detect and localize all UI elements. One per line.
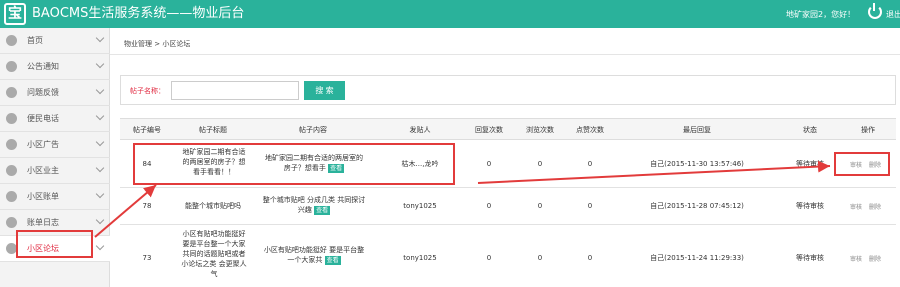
row1-likes: 0 bbox=[587, 160, 593, 168]
top-bar: 宝 BAOCMS生活服务系统——物业后台 地矿家园2，您好！ 退出 bbox=[0, 0, 900, 28]
row3-status: 等待审核 bbox=[796, 254, 824, 262]
audit-link[interactable]: 审核 bbox=[850, 202, 862, 211]
chevron-down-icon bbox=[95, 241, 105, 251]
chevron-down-icon bbox=[95, 215, 105, 225]
user-icon bbox=[6, 61, 17, 72]
search-label: 帖子名称： bbox=[130, 87, 165, 95]
col-header-status: 状态 bbox=[803, 126, 817, 134]
chevron-down-icon bbox=[95, 111, 105, 121]
bill-icon bbox=[6, 191, 17, 202]
sidebar-item-label: 小区广告 bbox=[27, 140, 59, 149]
row3-title[interactable]: 小区有贴吧功能挺好 要是平台整一个大家 共同的话题贴吧或者 小论坛之类 会更聚人… bbox=[170, 229, 258, 279]
chevron-down-icon bbox=[95, 85, 105, 95]
audit-link[interactable]: 审核 bbox=[850, 254, 862, 263]
row2-status: 等待审核 bbox=[796, 202, 824, 210]
col-header-last-reply: 最后回复 bbox=[683, 126, 711, 134]
col-header-content: 帖子内容 bbox=[299, 126, 327, 134]
row1-status: 等待审核 bbox=[796, 160, 824, 168]
chevron-down-icon bbox=[95, 33, 105, 43]
col-header-actions: 操作 bbox=[861, 126, 875, 134]
view-button[interactable]: 查看 bbox=[314, 206, 331, 215]
search-button[interactable]: 搜 索 bbox=[304, 81, 345, 100]
app-title: BAOCMS生活服务系统——物业后台 bbox=[32, 6, 245, 21]
row2-id: 78 bbox=[142, 202, 152, 210]
chevron-down-icon bbox=[95, 189, 105, 199]
sidebar-item-label: 首页 bbox=[27, 36, 43, 45]
delete-link[interactable]: 删除 bbox=[869, 202, 881, 211]
user-greeting: 地矿家园2，您好！ bbox=[786, 10, 856, 19]
logo: 宝 bbox=[4, 3, 26, 25]
divider bbox=[110, 54, 900, 55]
sidebar-item-bills[interactable]: 小区账单 bbox=[0, 184, 110, 210]
row3-views: 0 bbox=[537, 254, 543, 262]
col-header-title: 帖子标题 bbox=[199, 126, 227, 134]
row2-replies: 0 bbox=[486, 202, 492, 210]
breadcrumb: 物业管理 > 小区论坛 bbox=[124, 40, 191, 48]
sidebar-item-label: 便民电话 bbox=[27, 114, 59, 123]
power-icon[interactable] bbox=[868, 3, 882, 19]
row2-author: tony1025 bbox=[403, 202, 437, 210]
col-header-replies: 回复次数 bbox=[475, 126, 503, 134]
chevron-down-icon bbox=[95, 137, 105, 147]
logout-link[interactable]: 退出 bbox=[886, 9, 900, 20]
search-input[interactable] bbox=[171, 81, 299, 100]
log-icon bbox=[6, 217, 17, 228]
row-divider bbox=[120, 187, 896, 188]
sidebar-item-label: 小区账单 bbox=[27, 192, 59, 201]
row2-likes: 0 bbox=[587, 202, 593, 210]
users-icon bbox=[6, 165, 17, 176]
row3-id: 73 bbox=[142, 254, 152, 262]
row3-content: 小区有贴吧功能挺好 要是平台整 一个大家共 查看 bbox=[263, 246, 365, 265]
sidebar-item-label: 账单日志 bbox=[27, 218, 59, 227]
sidebar-item-owners[interactable]: 小区业主 bbox=[0, 158, 110, 184]
col-header-id: 帖子编号 bbox=[133, 126, 161, 134]
sidebar-item-label: 公告通知 bbox=[27, 62, 59, 71]
chevron-down-icon bbox=[95, 163, 105, 173]
sidebar-item-label: 小区业主 bbox=[27, 166, 59, 175]
delete-link[interactable]: 删除 bbox=[869, 254, 881, 263]
row2-content: 整个城市贴吧 分成几类 共同探讨 兴趣 查看 bbox=[262, 196, 366, 215]
row3-author: tony1025 bbox=[403, 254, 437, 262]
row2-title[interactable]: 能整个城市贴吧吗 bbox=[185, 201, 241, 211]
phone-icon bbox=[6, 113, 17, 124]
row2-views: 0 bbox=[537, 202, 543, 210]
col-header-likes: 点赞次数 bbox=[576, 126, 604, 134]
row3-last-reply: 自己(2015-11-24 11:29:33) bbox=[650, 254, 744, 262]
row1-replies: 0 bbox=[486, 160, 492, 168]
sidebar-item-feedback[interactable]: 问题反馈 bbox=[0, 80, 110, 106]
chevron-down-icon bbox=[95, 59, 105, 69]
view-button[interactable]: 查看 bbox=[324, 256, 341, 265]
row3-replies: 0 bbox=[486, 254, 492, 262]
sidebar-item-label: 问题反馈 bbox=[27, 88, 59, 97]
sidebar-item-notices[interactable]: 公告通知 bbox=[0, 54, 110, 80]
row3-likes: 0 bbox=[587, 254, 593, 262]
highlight-box-row bbox=[133, 143, 455, 185]
row2-last-reply: 自己(2015-11-28 07:45:12) bbox=[650, 202, 744, 210]
home-icon bbox=[6, 35, 17, 46]
sidebar-item-home[interactable]: 首页 bbox=[0, 28, 110, 54]
table-header bbox=[120, 118, 896, 140]
sidebar-item-phones[interactable]: 便民电话 bbox=[0, 106, 110, 132]
highlight-box-actions bbox=[834, 152, 890, 176]
feedback-icon bbox=[6, 87, 17, 98]
highlight-box-sidebar bbox=[16, 230, 93, 258]
row-divider bbox=[120, 224, 896, 225]
sidebar-item-ads[interactable]: 小区广告 bbox=[0, 132, 110, 158]
col-header-author: 发贴人 bbox=[409, 126, 431, 134]
ad-icon bbox=[6, 139, 17, 150]
col-header-views: 浏览次数 bbox=[526, 126, 554, 134]
row1-views: 0 bbox=[537, 160, 543, 168]
row1-last-reply: 自己(2015-11-30 13:57:46) bbox=[650, 160, 744, 168]
